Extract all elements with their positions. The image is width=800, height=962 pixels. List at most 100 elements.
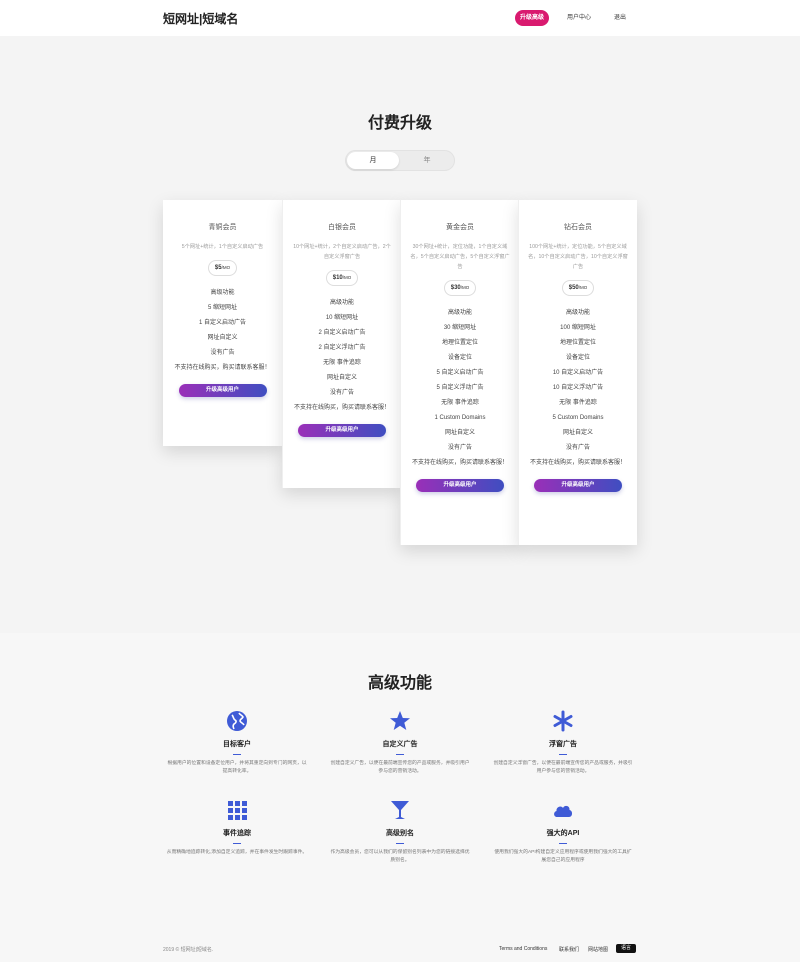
feature-text: 从而精确地追踪转化,添加自定义追踪，并在事件发生时跟踪事件。 bbox=[166, 850, 308, 855]
list-item: 10 自定义浮动广告 bbox=[552, 385, 604, 391]
plan-description: 5个网址+统计，1个自定义启动广告 bbox=[181, 244, 264, 250]
feature-title: 自定义广告 bbox=[382, 741, 418, 748]
list-item: 100 缩短网址 bbox=[560, 325, 596, 331]
grid-icon bbox=[228, 801, 247, 820]
feature-custom-ads: 自定义广告 创建自定义广告，以便在最前端宣传您的产品或服务，并吸引用户参与您的营… bbox=[325, 709, 475, 776]
list-item: 10 自定义启动广告 bbox=[552, 370, 604, 376]
plan-card-silver: 白银会员 10个网址+统计，2个自定义启动广告，2个自定义浮窗广告 $10/MO… bbox=[282, 200, 401, 488]
list-item: 无限 事件追踪 bbox=[323, 360, 361, 366]
plan-description: 100个网址+统计，定位功能，5个自定义域名，10个自定义启动广告，10个自定义… bbox=[528, 244, 628, 270]
star-icon bbox=[390, 711, 410, 730]
feature-divider bbox=[559, 754, 567, 755]
footer-copyright: 2019 © 短网址|短域名. bbox=[163, 947, 214, 953]
feature-text: 使用我们强大的API构建自定义应用程序或使用我们强大的工具扩展您自己的应用程序 bbox=[494, 850, 632, 863]
plan-card-diamond: 钻石会员 100个网址+统计，定位功能，5个自定义域名，10个自定义启动广告，1… bbox=[518, 200, 637, 545]
list-item: 地理位置定位 bbox=[559, 340, 596, 346]
list-item: 网址自定义 bbox=[444, 430, 475, 436]
list-item: 30 缩短网址 bbox=[443, 325, 477, 331]
feature-title: 目标客户 bbox=[223, 741, 251, 748]
feature-divider bbox=[396, 754, 404, 755]
list-item: 2 自定义启动广告 bbox=[318, 330, 366, 336]
plan-feature-list: 高级功能 5 缩短网址 1 自定义启动广告 网址自定义 没有广告 不支持在线购买… bbox=[163, 286, 282, 376]
upgrade-gold-button[interactable]: 升级高级用户 bbox=[416, 479, 504, 492]
list-item: 5 自定义启动广告 bbox=[436, 370, 484, 376]
toggle-year-option[interactable]: 年 bbox=[401, 152, 453, 169]
plan-feature-list: 高级功能 100 缩短网址 地理位置定位 设备定位 10 自定义启动广告 10 … bbox=[519, 306, 637, 471]
plan-feature-list: 高级功能 30 缩短网址 地理位置定位 设备定位 5 自定义启动广告 5 自定义… bbox=[401, 306, 519, 471]
list-item: 无限 事件追踪 bbox=[441, 400, 479, 406]
feature-text: 作为高级会员，您可以从我们的保留别名列表中为您的链接选择优质别名。 bbox=[330, 850, 470, 863]
cloud-icon bbox=[554, 805, 573, 817]
list-item: 高级功能 bbox=[329, 300, 354, 306]
feature-target-customers: 目标客户 根据用户的位置和设备定位用户，并将其重定向到专门的网页，以提高转化率。 bbox=[162, 709, 312, 776]
billing-period-toggle[interactable]: 月 年 bbox=[345, 150, 455, 171]
list-item: 不支持在线购买，购买请联系客服！ bbox=[411, 460, 508, 466]
list-item: 没有广告 bbox=[329, 390, 354, 396]
list-item: 网址自定义 bbox=[562, 430, 593, 436]
plan-name: 钻石会员 bbox=[564, 224, 592, 231]
feature-text: 创建自定义广告，以便在最前端宣传您的产品或服务，并吸引用户参与您的营销活动。 bbox=[330, 761, 470, 774]
list-item: 设备定位 bbox=[447, 355, 472, 361]
list-item: 没有广告 bbox=[447, 445, 472, 451]
list-item: 没有广告 bbox=[565, 445, 590, 451]
nav-logout-link[interactable]: 退出 bbox=[614, 10, 626, 26]
list-item: 网址自定义 bbox=[207, 335, 238, 341]
upgrade-diamond-button[interactable]: 升级高级用户 bbox=[534, 479, 622, 492]
list-item: 高级功能 bbox=[210, 290, 235, 296]
feature-event-tracking: 事件追踪 从而精确地追踪转化,添加自定义追踪，并在事件发生时跟踪事件。 bbox=[162, 798, 312, 857]
feature-title: 高级别名 bbox=[386, 830, 414, 837]
list-item: 5 缩短网址 bbox=[207, 305, 237, 311]
feature-premium-alias: 高级别名 作为高级会员，您可以从我们的保留别名列表中为您的链接选择优质别名。 bbox=[325, 798, 475, 865]
language-button[interactable]: 语言 bbox=[616, 944, 636, 953]
list-item: 网址自定义 bbox=[326, 375, 357, 381]
list-item: 无限 事件追踪 bbox=[559, 400, 597, 406]
list-item: 设备定位 bbox=[565, 355, 590, 361]
plan-card-bronze: 青铜会员 5个网址+统计，1个自定义启动广告 $5/MO 高级功能 5 缩短网址… bbox=[163, 200, 282, 446]
plan-description: 30个网址+统计，定位功能，1个自定义域名，5个自定义启动广告，5个自定义浮窗广… bbox=[410, 244, 510, 270]
nav-user-center-link[interactable]: 用户中心 bbox=[567, 10, 591, 26]
feature-float-ads: 浮窗广告 创建自定义浮窗广告，以便在最前端宣传您的产品或服务，并吸引用户参与您的… bbox=[488, 709, 638, 776]
globe-icon bbox=[227, 711, 247, 731]
feature-title: 事件追踪 bbox=[223, 830, 251, 837]
plan-price: $5/MO bbox=[207, 260, 238, 276]
list-item: 高级功能 bbox=[565, 310, 590, 316]
list-item: 高级功能 bbox=[447, 310, 472, 316]
list-item: 5 自定义浮动广告 bbox=[436, 385, 484, 391]
footer-terms-link[interactable]: Terms and Conditions bbox=[499, 946, 547, 952]
plan-name: 青铜会员 bbox=[208, 224, 237, 231]
footer-contact-link[interactable]: 联系我们 bbox=[559, 946, 579, 953]
plan-card-gold: 黄金会员 30个网址+统计，定位功能，1个自定义域名，5个自定义启动广告，5个自… bbox=[400, 200, 519, 545]
plan-feature-list: 高级功能 10 缩短网址 2 自定义启动广告 2 自定义浮动广告 无限 事件追踪… bbox=[283, 296, 401, 416]
feature-title: 强大的API bbox=[546, 830, 580, 837]
list-item: 没有广告 bbox=[210, 350, 235, 356]
cocktail-icon bbox=[391, 801, 409, 819]
plan-price: $30/MO bbox=[443, 280, 477, 296]
top-navbar: 短网址|短域名 升级高级 用户中心 退出 bbox=[0, 0, 800, 36]
upgrade-silver-button[interactable]: 升级高级用户 bbox=[298, 424, 386, 437]
list-item: 2 自定义浮动广告 bbox=[318, 345, 366, 351]
list-item: 地理位置定位 bbox=[441, 340, 478, 346]
pricing-title: 付费升级 bbox=[367, 115, 432, 132]
feature-divider bbox=[559, 843, 567, 844]
list-item: 不支持在线购买，购买请联系客服！ bbox=[529, 460, 626, 466]
feature-text: 根据用户的位置和设备定位用户，并将其重定向到专门的网页，以提高转化率。 bbox=[167, 761, 307, 774]
upgrade-bronze-button[interactable]: 升级高级用户 bbox=[178, 384, 267, 397]
plan-description: 10个网址+统计，2个自定义启动广告，2个自定义浮窗广告 bbox=[293, 244, 391, 260]
footer-sitemap-link[interactable]: 网站地图 bbox=[588, 946, 608, 953]
list-item: 5 Custom Domains bbox=[552, 415, 604, 421]
list-item: 1 Custom Domains bbox=[434, 415, 486, 421]
feature-divider bbox=[233, 843, 241, 844]
asterisk-icon bbox=[553, 710, 573, 732]
nav-upgrade-button[interactable]: 升级高级 bbox=[515, 10, 549, 26]
list-item: 不支持在线购买，购买请联系客服！ bbox=[293, 405, 390, 411]
list-item: 不支持在线购买，购买请联系客服！ bbox=[174, 365, 271, 371]
plan-price: $10/MO bbox=[325, 270, 359, 286]
toggle-month-option[interactable]: 月 bbox=[347, 152, 399, 169]
feature-divider bbox=[233, 754, 241, 755]
list-item: 10 缩短网址 bbox=[325, 315, 359, 321]
site-logo[interactable]: 短网址|短域名 bbox=[163, 10, 238, 27]
feature-divider bbox=[396, 843, 404, 844]
features-title: 高级功能 bbox=[367, 675, 432, 692]
plan-name: 黄金会员 bbox=[446, 224, 474, 231]
feature-title: 浮窗广告 bbox=[549, 741, 577, 748]
